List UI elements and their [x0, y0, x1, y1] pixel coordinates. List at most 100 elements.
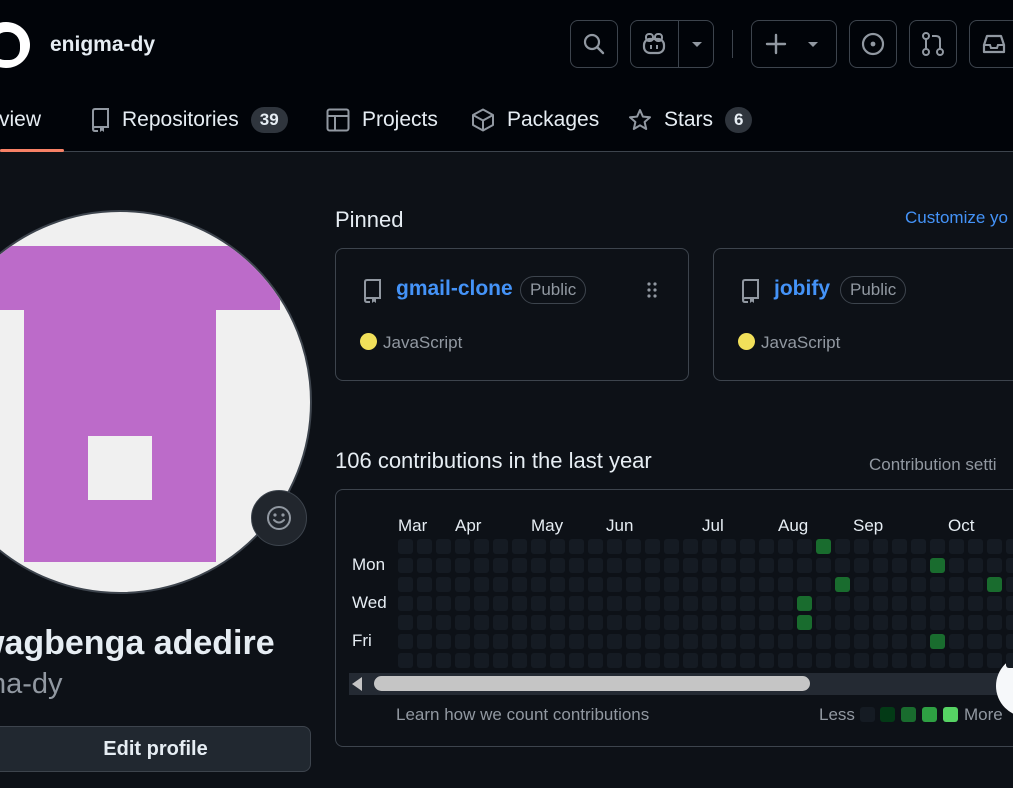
- contribution-cell[interactable]: [816, 577, 831, 592]
- contribution-cell[interactable]: [873, 615, 888, 630]
- contribution-cell[interactable]: [797, 615, 812, 630]
- contribution-cell[interactable]: [740, 634, 755, 649]
- contribution-cell[interactable]: [968, 634, 983, 649]
- contribution-cell[interactable]: [607, 539, 622, 554]
- contribution-cell[interactable]: [512, 577, 527, 592]
- contribution-cell[interactable]: [398, 539, 413, 554]
- contribution-cell[interactable]: [512, 634, 527, 649]
- contribution-cell[interactable]: [645, 539, 660, 554]
- contribution-cell[interactable]: [892, 539, 907, 554]
- contribution-cell[interactable]: [455, 577, 470, 592]
- contribution-cell[interactable]: [987, 558, 1002, 573]
- contribution-cell[interactable]: [493, 634, 508, 649]
- contribution-cell[interactable]: [778, 596, 793, 611]
- contribution-cell[interactable]: [436, 577, 451, 592]
- contribution-cell[interactable]: [702, 653, 717, 668]
- contribution-cell[interactable]: [645, 596, 660, 611]
- contribution-cell[interactable]: [816, 653, 831, 668]
- contribution-cell[interactable]: [531, 615, 546, 630]
- contribution-cell[interactable]: [683, 539, 698, 554]
- contribution-cell[interactable]: [911, 577, 926, 592]
- contribution-cell[interactable]: [854, 596, 869, 611]
- contribution-cell[interactable]: [721, 596, 736, 611]
- contribution-cell[interactable]: [455, 634, 470, 649]
- contribution-cell[interactable]: [759, 577, 774, 592]
- create-new-button[interactable]: [751, 20, 837, 68]
- contribution-cell[interactable]: [702, 596, 717, 611]
- contribution-cell[interactable]: [683, 653, 698, 668]
- contribution-cell[interactable]: [911, 615, 926, 630]
- contribution-cell[interactable]: [398, 653, 413, 668]
- contribution-cell[interactable]: [626, 653, 641, 668]
- contribution-cell[interactable]: [474, 615, 489, 630]
- contribution-cell[interactable]: [911, 634, 926, 649]
- contribution-cell[interactable]: [626, 558, 641, 573]
- contribution-cell[interactable]: [816, 596, 831, 611]
- contribution-cell[interactable]: [645, 653, 660, 668]
- contribution-cell[interactable]: [626, 615, 641, 630]
- contribution-cell[interactable]: [417, 539, 432, 554]
- contribution-cell[interactable]: [892, 615, 907, 630]
- inbox-button[interactable]: [969, 20, 1013, 68]
- contribution-cell[interactable]: [778, 615, 793, 630]
- contribution-cell[interactable]: [968, 558, 983, 573]
- contribution-cell[interactable]: [759, 653, 774, 668]
- contribution-cell[interactable]: [835, 539, 850, 554]
- contribution-cell[interactable]: [493, 558, 508, 573]
- contribution-cell[interactable]: [683, 558, 698, 573]
- contribution-cell[interactable]: [417, 577, 432, 592]
- contribution-cell[interactable]: [474, 634, 489, 649]
- contribution-cell[interactable]: [778, 634, 793, 649]
- contribution-cell[interactable]: [759, 558, 774, 573]
- contribution-cell[interactable]: [683, 634, 698, 649]
- contribution-cell[interactable]: [436, 558, 451, 573]
- contribution-cell[interactable]: [531, 539, 546, 554]
- contribution-cell[interactable]: [455, 653, 470, 668]
- contribution-cell[interactable]: [436, 634, 451, 649]
- contribution-cell[interactable]: [683, 596, 698, 611]
- contribution-cell[interactable]: [588, 577, 603, 592]
- contribution-cell[interactable]: [930, 539, 945, 554]
- contribution-cell[interactable]: [1006, 653, 1013, 668]
- repo-link[interactable]: gmail-clone: [396, 277, 513, 301]
- contribution-cell[interactable]: [588, 615, 603, 630]
- learn-contributions-link[interactable]: Learn how we count contributions: [396, 705, 649, 725]
- contribution-cell[interactable]: [740, 653, 755, 668]
- contribution-cell[interactable]: [987, 615, 1002, 630]
- contribution-cell[interactable]: [569, 653, 584, 668]
- contribution-cell[interactable]: [645, 634, 660, 649]
- contribution-cell[interactable]: [474, 596, 489, 611]
- pull-requests-button[interactable]: [909, 20, 957, 68]
- contribution-cell[interactable]: [797, 577, 812, 592]
- set-status-button[interactable]: [251, 490, 307, 546]
- contribution-cell[interactable]: [873, 558, 888, 573]
- contribution-cell[interactable]: [911, 596, 926, 611]
- tab-packages[interactable]: Packages: [471, 88, 599, 151]
- contribution-cell[interactable]: [398, 615, 413, 630]
- contribution-cell[interactable]: [645, 558, 660, 573]
- contribution-cell[interactable]: [873, 634, 888, 649]
- contribution-cell[interactable]: [740, 596, 755, 611]
- contribution-cell[interactable]: [797, 539, 812, 554]
- contribution-cell[interactable]: [550, 596, 565, 611]
- contribution-cell[interactable]: [531, 634, 546, 649]
- contribution-cell[interactable]: [721, 539, 736, 554]
- contribution-cell[interactable]: [835, 577, 850, 592]
- contribution-cell[interactable]: [949, 634, 964, 649]
- contribution-cell[interactable]: [968, 615, 983, 630]
- contribution-cell[interactable]: [702, 615, 717, 630]
- contribution-cell[interactable]: [664, 558, 679, 573]
- contribution-cell[interactable]: [569, 596, 584, 611]
- contribution-cell[interactable]: [1006, 634, 1013, 649]
- contribution-cell[interactable]: [588, 539, 603, 554]
- contribution-cell[interactable]: [816, 634, 831, 649]
- contribution-cell[interactable]: [550, 653, 565, 668]
- contribution-cell[interactable]: [949, 558, 964, 573]
- contribution-cell[interactable]: [455, 539, 470, 554]
- github-logo-icon[interactable]: [0, 22, 30, 68]
- tab-projects[interactable]: Projects: [326, 88, 438, 151]
- contribution-cell[interactable]: [778, 539, 793, 554]
- contribution-cell[interactable]: [493, 577, 508, 592]
- contribution-cell[interactable]: [740, 615, 755, 630]
- contribution-cell[interactable]: [816, 539, 831, 554]
